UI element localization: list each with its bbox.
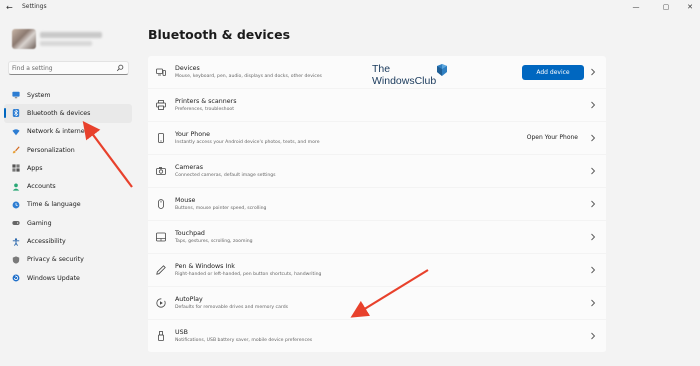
search-input[interactable]: [12, 63, 112, 73]
sidebar-item-label: Accessibility: [27, 238, 66, 246]
row-title: Your Phone: [175, 130, 210, 138]
globe-clock-icon: [12, 201, 20, 209]
person-icon: [12, 183, 20, 191]
row-subtitle: Notifications, USB battery saver, mobile…: [175, 337, 313, 343]
row-subtitle: Preferences, troubleshoot: [175, 106, 234, 112]
row-title: Cameras: [175, 163, 203, 171]
mouse-icon: [156, 199, 166, 209]
settings-list: Devices Mouse, keyboard, pen, audio, dis…: [148, 56, 606, 353]
sidebar-item-accessibility[interactable]: Accessibility: [4, 232, 132, 250]
sidebar-item-label: System: [27, 91, 51, 99]
row-subtitle: Mouse, keyboard, pen, audio, displays an…: [175, 73, 322, 79]
row-title: AutoPlay: [175, 295, 203, 303]
sidebar-item-accounts[interactable]: Accounts: [4, 177, 132, 195]
back-arrow-icon[interactable]: ←: [6, 3, 16, 13]
sidebar-item-apps[interactable]: Apps: [4, 159, 132, 177]
row-your-phone[interactable]: Your Phone Instantly access your Android…: [148, 122, 606, 155]
logo-line-1: The: [372, 63, 391, 75]
row-autoplay[interactable]: AutoPlay Defaults for removable drives a…: [148, 287, 606, 320]
sidebar-item-time-language[interactable]: Time & language: [4, 196, 132, 214]
row-title: Mouse: [175, 196, 196, 204]
sidebar-item-label: Time & language: [27, 201, 81, 209]
sidebar-item-network-internet[interactable]: Network & internet: [4, 123, 132, 141]
accessibility-icon: [12, 237, 20, 246]
monitor-icon: [12, 91, 20, 99]
row-title: USB: [175, 328, 188, 336]
gamepad-icon: [12, 219, 20, 227]
title-bar: ← Settings — ▢ ✕: [0, 0, 700, 16]
autoplay-icon: [156, 298, 166, 308]
row-subtitle: Right-handed or left-handed, pen button …: [175, 271, 322, 277]
row-title: Touchpad: [175, 229, 205, 237]
row-subtitle: Buttons, mouse pointer speed, scrolling: [175, 205, 267, 211]
row-subtitle: Connected cameras, default image setting…: [175, 172, 276, 178]
sidebar-nav: System Bluetooth & devices Network & int…: [4, 86, 132, 287]
chevron-right-icon: [591, 101, 596, 109]
chevron-right-icon: [591, 134, 596, 142]
shield-icon: [12, 256, 20, 264]
usb-icon: [156, 331, 166, 341]
row-title: Printers & scanners: [175, 97, 237, 105]
sidebar-item-windows-update[interactable]: Windows Update: [4, 269, 132, 287]
row-pen-windows-ink[interactable]: Pen & Windows Ink Right-handed or left-h…: [148, 254, 606, 287]
logo-mark-icon: [437, 64, 447, 76]
row-usb[interactable]: USB Notifications, USB battery saver, mo…: [148, 320, 606, 353]
chevron-right-icon: [591, 332, 596, 340]
sidebar-item-label: Bluetooth & devices: [27, 109, 91, 117]
logo-line-2: WindowsClub: [372, 75, 437, 87]
apps-icon: [12, 164, 20, 172]
close-button[interactable]: ✕: [682, 2, 698, 12]
wifi-icon: [12, 128, 20, 136]
sidebar-item-label: Network & internet: [27, 128, 88, 136]
sidebar-item-label: Gaming: [27, 219, 52, 227]
chevron-right-icon: [591, 299, 596, 307]
maximize-button[interactable]: ▢: [658, 2, 674, 12]
printer-icon: [156, 100, 166, 110]
devices-icon: [156, 67, 166, 77]
row-title: Devices: [175, 64, 200, 72]
row-cameras[interactable]: Cameras Connected cameras, default image…: [148, 155, 606, 188]
sidebar-item-label: Windows Update: [27, 274, 80, 282]
profile-email-blurred: [40, 41, 92, 46]
row-title: Pen & Windows Ink: [175, 262, 235, 270]
phone-icon: [156, 133, 166, 143]
sidebar-item-personalization[interactable]: Personalization: [4, 141, 132, 159]
sidebar-item-gaming[interactable]: Gaming: [4, 214, 132, 232]
app-title: Settings: [22, 3, 47, 10]
profile-name-blurred: [40, 32, 102, 38]
sidebar-item-label: Personalization: [27, 146, 75, 154]
sidebar-item-privacy-security[interactable]: Privacy & security: [4, 251, 132, 269]
add-device-button[interactable]: Add device: [522, 65, 584, 80]
thewindowsclub-logo: The WindowsClub: [372, 63, 462, 93]
open-your-phone-button[interactable]: Open Your Phone: [527, 134, 578, 141]
avatar[interactable]: [12, 29, 36, 49]
row-touchpad[interactable]: Touchpad Taps, gestures, scrolling, zoom…: [148, 221, 606, 254]
chevron-right-icon: [591, 167, 596, 175]
bluetooth-icon: [12, 109, 20, 118]
sidebar-item-bluetooth-devices[interactable]: Bluetooth & devices: [4, 104, 132, 123]
minimize-button[interactable]: —: [628, 2, 644, 12]
row-mouse[interactable]: Mouse Buttons, mouse pointer speed, scro…: [148, 188, 606, 221]
sidebar-item-label: Accounts: [27, 183, 56, 191]
search-box[interactable]: [8, 61, 129, 75]
brush-icon: [12, 146, 20, 154]
chevron-right-icon: [591, 233, 596, 241]
page-title: Bluetooth & devices: [148, 27, 291, 42]
row-subtitle: Instantly access your Android device's p…: [175, 139, 320, 145]
chevron-right-icon: [591, 200, 596, 208]
row-printers-scanners[interactable]: Printers & scanners Preferences, trouble…: [148, 89, 606, 122]
chevron-right-icon: [591, 68, 596, 76]
row-subtitle: Taps, gestures, scrolling, zooming: [175, 238, 253, 244]
row-subtitle: Defaults for removable drives and memory…: [175, 304, 289, 310]
camera-icon: [156, 166, 166, 176]
touchpad-icon: [156, 232, 166, 242]
sidebar-item-label: Privacy & security: [27, 256, 84, 264]
sidebar-item-label: Apps: [27, 164, 43, 172]
sidebar-item-system[interactable]: System: [4, 86, 132, 104]
update-icon: [12, 274, 20, 282]
pen-icon: [156, 265, 166, 275]
search-icon[interactable]: [116, 64, 124, 72]
chevron-right-icon: [591, 266, 596, 274]
